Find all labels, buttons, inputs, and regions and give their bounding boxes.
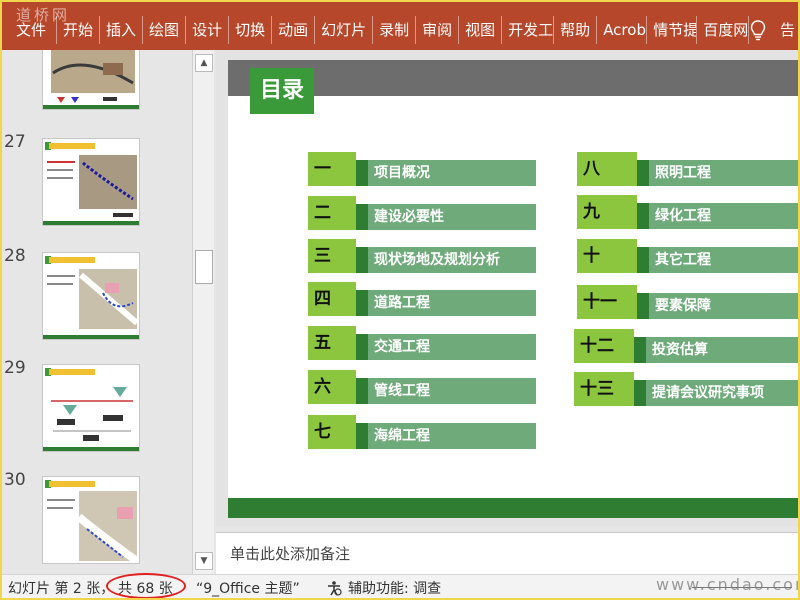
tell-me-label[interactable]: 告 xyxy=(780,16,795,44)
toc-label: 照明工程 xyxy=(637,160,798,186)
toc-item[interactable]: 九 绿化工程 xyxy=(577,195,798,235)
toc-number: 六 xyxy=(308,370,356,404)
slide-number-29: 29 xyxy=(4,358,26,378)
toc-number: 四 xyxy=(308,282,356,316)
tab-animations[interactable]: 动画 xyxy=(272,16,316,44)
slide-thumbnail-30[interactable] xyxy=(42,476,140,564)
toc-number: 七 xyxy=(308,415,356,449)
toc-number: 十一 xyxy=(577,285,637,319)
toc-number: 九 xyxy=(577,195,637,229)
toc-label: 要素保障 xyxy=(637,293,798,319)
powerpoint-window: 道桥网 文件 开始 插入 绘图 设计 切换 动画 幻灯片 录制 审阅 视图 开发… xyxy=(2,2,798,598)
slide-editor: 目录 一 项目概况 二 建设必要性 三 现状场地及规划分析 四 道路工程 五 交… xyxy=(216,50,798,526)
notes-pane[interactable]: 单击此处添加备注 xyxy=(216,532,798,574)
toc-label: 其它工程 xyxy=(637,247,798,273)
tab-transitions[interactable]: 切换 xyxy=(229,16,273,44)
tab-developer[interactable]: 开发工 xyxy=(502,16,555,44)
slide-title[interactable]: 目录 xyxy=(250,68,314,114)
tab-storyboard[interactable]: 情节提 xyxy=(647,16,698,44)
toc-item[interactable]: 十三 提请会议研究事项 xyxy=(574,372,798,412)
tab-insert[interactable]: 插入 xyxy=(100,16,144,44)
tab-view[interactable]: 视图 xyxy=(459,16,503,44)
toc-label: 管线工程 xyxy=(356,378,536,404)
toc-label: 投资估算 xyxy=(634,337,798,363)
ribbon: 道桥网 文件 开始 插入 绘图 设计 切换 动画 幻灯片 录制 审阅 视图 开发… xyxy=(2,2,798,50)
slide-thumbnail-28[interactable] xyxy=(42,252,140,340)
tab-acrobat[interactable]: Acrob xyxy=(597,16,648,44)
scroll-up-button[interactable]: ▲ xyxy=(195,54,213,72)
status-bar: 幻灯片 第 2 张， 共 68 张 “9_Office 主题” 辅助功能: 调查… xyxy=(2,573,798,598)
slide-thumbnail-26[interactable] xyxy=(42,50,140,110)
toc-item[interactable]: 十一 要素保障 xyxy=(577,285,798,325)
toc-label: 绿化工程 xyxy=(637,203,798,229)
toc-item[interactable]: 一 项目概况 xyxy=(308,152,536,192)
status-accessibility[interactable]: 辅助功能: 调查 xyxy=(348,578,441,598)
current-slide[interactable]: 目录 一 项目概况 二 建设必要性 三 现状场地及规划分析 四 道路工程 五 交… xyxy=(228,60,798,518)
slide-thumbnail-27[interactable] xyxy=(42,138,140,226)
toc-item[interactable]: 四 道路工程 xyxy=(308,282,536,322)
toc-number: 十 xyxy=(577,239,637,273)
toc-label: 建设必要性 xyxy=(356,204,536,230)
tab-help[interactable]: 帮助 xyxy=(554,16,598,44)
tab-file[interactable]: 文件 xyxy=(2,16,58,44)
notes-placeholder[interactable]: 单击此处添加备注 xyxy=(230,543,350,564)
slide-footer-bar xyxy=(228,498,798,518)
toc-label: 海绵工程 xyxy=(356,423,536,449)
toc-number: 三 xyxy=(308,239,356,273)
toc-number: 一 xyxy=(308,152,356,186)
toc-item[interactable]: 五 交通工程 xyxy=(308,326,536,366)
scroll-down-button[interactable]: ▼ xyxy=(195,552,213,570)
toc-item[interactable]: 三 现状场地及规划分析 xyxy=(308,239,536,279)
toc-item[interactable]: 七 海绵工程 xyxy=(308,415,536,455)
tab-home[interactable]: 开始 xyxy=(57,16,101,44)
slide-thumbnail-29[interactable] xyxy=(42,364,140,452)
slide-number-27: 27 xyxy=(4,132,26,152)
tab-slideshow[interactable]: 幻灯片 xyxy=(315,16,374,44)
toc-number: 五 xyxy=(308,326,356,360)
lightbulb-icon[interactable] xyxy=(750,20,766,42)
tab-draw[interactable]: 绘图 xyxy=(143,16,187,44)
toc-label: 项目概况 xyxy=(356,160,536,186)
tab-review[interactable]: 审阅 xyxy=(416,16,460,44)
toc-item[interactable]: 二 建设必要性 xyxy=(308,196,536,236)
toc-number: 二 xyxy=(308,196,356,230)
tab-record[interactable]: 录制 xyxy=(373,16,417,44)
toc-item[interactable]: 六 管线工程 xyxy=(308,370,536,410)
highlight-ring xyxy=(106,573,186,598)
toc-number: 八 xyxy=(577,152,637,186)
toc-label: 交通工程 xyxy=(356,334,536,360)
slide-number-28: 28 xyxy=(4,246,26,266)
scrollbar-thumb[interactable] xyxy=(195,250,213,284)
toc-number: 十二 xyxy=(574,329,634,363)
accessibility-icon[interactable] xyxy=(326,580,342,596)
status-slide-info: 幻灯片 第 2 张， xyxy=(8,581,115,597)
toc-label: 提请会议研究事项 xyxy=(634,380,798,406)
toc-number: 十三 xyxy=(574,372,634,406)
ribbon-tabs: 文件 开始 插入 绘图 设计 切换 动画 幻灯片 录制 审阅 视图 开发工 帮助… xyxy=(2,16,750,44)
toc-item[interactable]: 八 照明工程 xyxy=(577,152,798,192)
toc-label: 现状场地及规划分析 xyxy=(356,247,536,273)
toc-item[interactable]: 十二 投资估算 xyxy=(574,329,798,369)
toc-label: 道路工程 xyxy=(356,290,536,316)
tab-baidu[interactable]: 百度网 xyxy=(697,16,750,44)
site-watermark: www.cndao.com xyxy=(656,575,798,594)
thumbnail-scrollbar[interactable]: ▲ ▼ xyxy=(192,50,214,574)
toc-item[interactable]: 十 其它工程 xyxy=(577,239,798,279)
zoom-slider[interactable] xyxy=(692,587,792,588)
tab-design[interactable]: 设计 xyxy=(186,16,230,44)
slide-thumbnail-pane[interactable]: 27 28 29 30 xyxy=(2,50,192,574)
status-theme: “9_Office 主题” xyxy=(196,581,300,597)
slide-number-30: 30 xyxy=(4,470,26,490)
